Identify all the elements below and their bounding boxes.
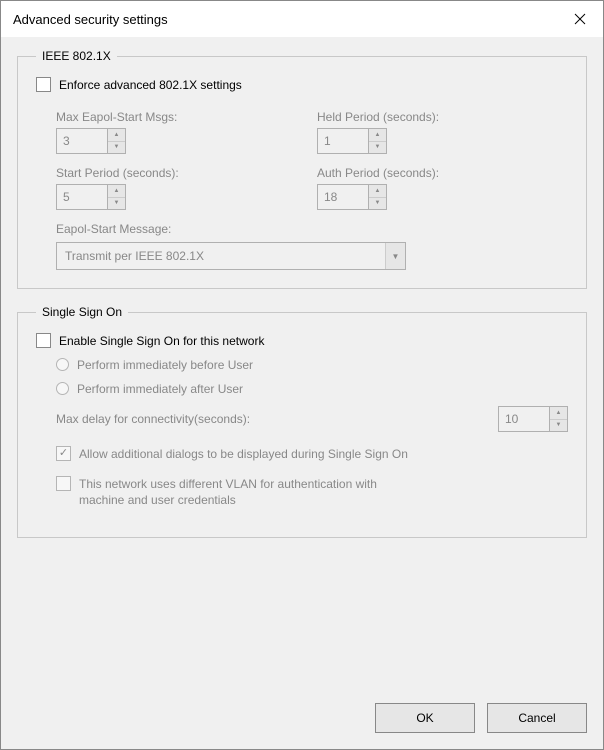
close-icon (574, 13, 586, 25)
chevron-down-icon: ▼ (392, 252, 400, 261)
held-spinner: 1 ▲ ▼ (317, 128, 387, 154)
close-button[interactable] (557, 1, 603, 37)
allow-dialogs-checkbox: ✓ (56, 446, 71, 461)
spin-up-icon: ▲ (369, 129, 386, 142)
held-label: Held Period (seconds): (317, 110, 568, 124)
titlebar: Advanced security settings (1, 1, 603, 37)
ieee-legend: IEEE 802.1X (36, 49, 117, 63)
spin-up-icon: ▲ (108, 185, 125, 198)
ok-button[interactable]: OK (375, 703, 475, 733)
spin-down-icon: ▼ (369, 142, 386, 154)
maxdelay-spin-buttons: ▲ ▼ (549, 407, 567, 431)
auth-value: 18 (318, 185, 368, 209)
allow-dialogs-row: ✓ Allow additional dialogs to be display… (56, 446, 568, 462)
dialog-title: Advanced security settings (13, 12, 168, 27)
maxdelay-label: Max delay for connectivity(seconds): (56, 412, 250, 426)
after-user-label: Perform immediately after User (77, 382, 243, 396)
enable-sso-label: Enable Single Sign On for this network (59, 334, 264, 348)
before-user-radio (56, 358, 69, 371)
max-eapol-spinner: 3 ▲ ▼ (56, 128, 126, 154)
ieee-group: IEEE 802.1X Enforce advanced 802.1X sett… (17, 49, 587, 289)
maxdelay-row: Max delay for connectivity(seconds): 10 … (56, 406, 568, 432)
dialog-window: Advanced security settings IEEE 802.1X E… (0, 0, 604, 750)
held-spin-buttons: ▲ ▼ (368, 129, 386, 153)
auth-label: Auth Period (seconds): (317, 166, 568, 180)
vlan-row: This network uses different VLAN for aut… (56, 476, 568, 508)
spin-down-icon: ▼ (108, 142, 125, 154)
before-user-label: Perform immediately before User (77, 358, 253, 372)
start-spinner: 5 ▲ ▼ (56, 184, 126, 210)
button-bar: OK Cancel (17, 697, 587, 733)
auth-field: Auth Period (seconds): 18 ▲ ▼ (317, 158, 568, 210)
eapol-msg-label: Eapol-Start Message: (56, 222, 568, 236)
spin-up-icon: ▲ (108, 129, 125, 142)
eapol-msg-combo: Transmit per IEEE 802.1X ▼ (56, 242, 406, 270)
start-spin-buttons: ▲ ▼ (107, 185, 125, 209)
enforce-label: Enforce advanced 802.1X settings (59, 78, 242, 92)
held-value: 1 (318, 129, 368, 153)
vlan-label: This network uses different VLAN for aut… (79, 476, 419, 508)
spin-down-icon: ▼ (550, 420, 567, 432)
sso-body: Perform immediately before User Perform … (56, 358, 568, 509)
combo-dropdown-button: ▼ (385, 243, 405, 269)
before-user-row: Perform immediately before User (56, 358, 568, 372)
after-user-row: Perform immediately after User (56, 382, 568, 396)
eapol-msg-row: Eapol-Start Message: Transmit per IEEE 8… (56, 222, 568, 270)
maxdelay-spinner: 10 ▲ ▼ (498, 406, 568, 432)
spin-up-icon: ▲ (550, 407, 567, 420)
max-eapol-label: Max Eapol-Start Msgs: (56, 110, 307, 124)
max-eapol-value: 3 (57, 129, 107, 153)
auth-spinner: 18 ▲ ▼ (317, 184, 387, 210)
sso-group: Single Sign On Enable Single Sign On for… (17, 305, 587, 538)
start-field: Start Period (seconds): 5 ▲ ▼ (56, 158, 307, 210)
vlan-checkbox (56, 476, 71, 491)
cancel-button[interactable]: Cancel (487, 703, 587, 733)
enable-sso-checkbox[interactable] (36, 333, 51, 348)
enforce-checkbox[interactable] (36, 77, 51, 92)
sso-legend: Single Sign On (36, 305, 128, 319)
spin-up-icon: ▲ (369, 185, 386, 198)
start-label: Start Period (seconds): (56, 166, 307, 180)
start-value: 5 (57, 185, 107, 209)
auth-spin-buttons: ▲ ▼ (368, 185, 386, 209)
max-eapol-spin-buttons: ▲ ▼ (107, 129, 125, 153)
enable-sso-row: Enable Single Sign On for this network (36, 333, 568, 348)
max-eapol-field: Max Eapol-Start Msgs: 3 ▲ ▼ (56, 102, 307, 154)
maxdelay-value: 10 (499, 407, 549, 431)
eapol-msg-value: Transmit per IEEE 802.1X (57, 249, 385, 263)
spin-down-icon: ▼ (369, 198, 386, 210)
held-field: Held Period (seconds): 1 ▲ ▼ (317, 102, 568, 154)
allow-dialogs-label: Allow additional dialogs to be displayed… (79, 446, 408, 462)
spin-down-icon: ▼ (108, 198, 125, 210)
ieee-fields-grid: Max Eapol-Start Msgs: 3 ▲ ▼ Held Period … (56, 102, 568, 210)
check-icon: ✓ (59, 448, 68, 459)
enforce-row: Enforce advanced 802.1X settings (36, 77, 568, 92)
client-area: IEEE 802.1X Enforce advanced 802.1X sett… (1, 37, 603, 749)
after-user-radio (56, 382, 69, 395)
